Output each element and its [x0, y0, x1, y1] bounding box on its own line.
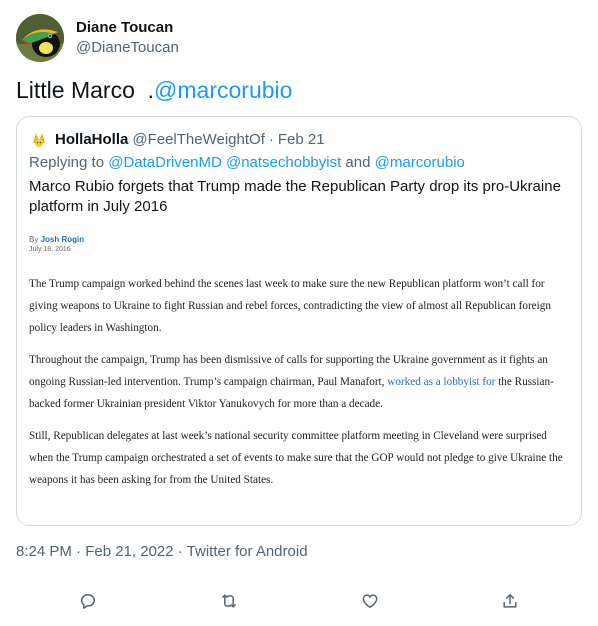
tweet-text-prefix: Little Marco . — [16, 77, 155, 103]
heart-icon — [360, 591, 380, 616]
article-paragraph-1: The Trump campaign worked behind the sce… — [29, 278, 551, 334]
action-bar — [0, 590, 598, 616]
quoted-text: Marco Rubio forgets that Trump made the … — [29, 178, 561, 215]
article-date: July 18, 2016 — [29, 246, 71, 253]
quoted-date: Feb 21 — [277, 130, 325, 148]
tweet-header: Diane Toucan @DianeToucan — [16, 12, 582, 64]
article-author: Josh Rogin — [40, 235, 85, 244]
replying-to: Replying to @DataDrivenMD @natsechobbyis… — [29, 153, 465, 173]
tweet-timestamp[interactable]: 8:24 PM · Feb 21, 2022 · Twitter for And… — [16, 542, 308, 562]
article-inline-link: worked as a lobbyist for — [387, 376, 496, 388]
author-handle[interactable]: @DianeToucan — [76, 38, 179, 58]
separator-dot: · — [268, 130, 274, 148]
share-button[interactable] — [497, 590, 523, 616]
share-icon — [500, 591, 520, 616]
quoted-handle: @FeelTheWeightOf — [132, 130, 265, 148]
article-screenshot: By Josh Rogin July 18, 2016 The Trump ca… — [29, 235, 569, 501]
article-paragraph-2: Throughout the campaign, Trump has been … — [29, 349, 569, 415]
like-button[interactable] — [357, 590, 383, 616]
quoted-tweet-header: HollaHolla @FeelTheWeightOf · Feb 21 — [29, 129, 325, 149]
retweet-button[interactable] — [216, 590, 242, 616]
reply-button[interactable] — [75, 590, 101, 616]
reply-icon — [78, 591, 98, 616]
replying-to-mentions[interactable]: @DataDrivenMD @natsechobbyist — [108, 154, 341, 171]
quoted-display-name: HollaHolla — [55, 130, 129, 148]
quoted-tweet[interactable]: HollaHolla @FeelTheWeightOf · Feb 21 Rep… — [16, 116, 582, 526]
mention-link[interactable]: @marcorubio — [154, 77, 292, 103]
avatar[interactable] — [16, 14, 64, 62]
tweet-text: Little Marco .@marcorubio — [16, 76, 292, 104]
article-paragraph-3: Still, Republican delegates at last week… — [29, 430, 563, 486]
replying-to-prefix: Replying to — [29, 154, 109, 171]
byline-prefix: By — [29, 235, 41, 244]
replying-to-last-mention[interactable]: @marcorubio — [375, 154, 465, 171]
quoted-avatar — [29, 129, 49, 149]
article-byline: By Josh Rogin — [29, 235, 569, 245]
author-display-name[interactable]: Diane Toucan — [76, 18, 179, 38]
retweet-icon — [219, 591, 239, 616]
replying-to-and: and — [341, 154, 375, 171]
